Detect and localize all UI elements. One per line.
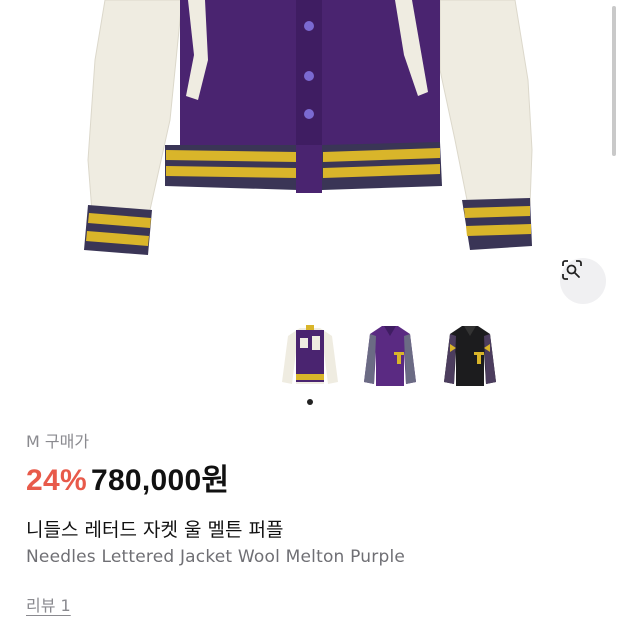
- review-link[interactable]: 리뷰 1: [26, 592, 71, 616]
- thumbnail-purple-white-jacket[interactable]: [278, 322, 342, 392]
- jacket-thumbnail-icon: [364, 326, 416, 386]
- jacket-thumbnail-icon: [444, 326, 496, 386]
- scrollbar[interactable]: [612, 6, 616, 156]
- discount-rate: 24%: [26, 464, 87, 497]
- product-title-english: Needles Lettered Jacket Wool Melton Purp…: [26, 547, 406, 567]
- size-purchase-label: M 구매가: [26, 432, 90, 451]
- price-unit: 원: [201, 464, 230, 497]
- product-title-korean: 니들스 레터드 자켓 울 멜튼 퍼플: [26, 519, 284, 541]
- product-hero-image[interactable]: [0, 0, 620, 310]
- thumbnail-purple-t-jacket[interactable]: [358, 322, 422, 392]
- visual-search-icon: [562, 260, 582, 280]
- thumbnail-strip: [278, 322, 508, 394]
- jacket-thumbnail-icon: [282, 325, 338, 384]
- visual-search-button[interactable]: [560, 258, 606, 304]
- page-indicator-dot: [307, 399, 313, 405]
- price-value: 780,000: [90, 464, 202, 497]
- thumbnail-black-t-jacket[interactable]: [438, 322, 502, 392]
- varsity-jacket-illustration: [84, 0, 533, 255]
- price-row: 24% 780,000원: [26, 455, 229, 499]
